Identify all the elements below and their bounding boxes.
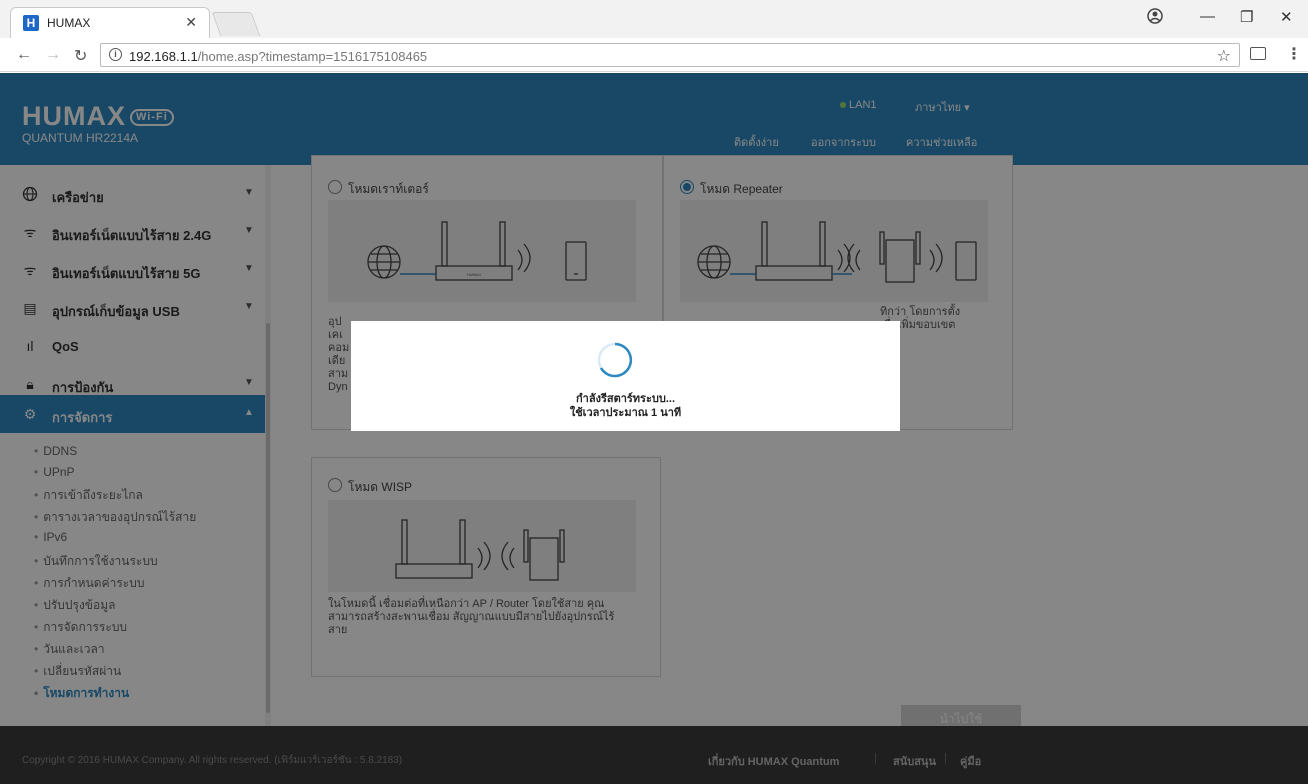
profile-icon[interactable] bbox=[1147, 8, 1163, 28]
reload-icon[interactable]: ↻ bbox=[74, 46, 87, 66]
humax-favicon-icon: H bbox=[23, 15, 39, 31]
tab-close-icon[interactable]: ✕ bbox=[185, 14, 197, 31]
url-input[interactable]: i 192.168.1.1/home.asp?timestamp=1516175… bbox=[100, 43, 1240, 67]
browser-tabbar: H HUMAX ✕ — ❐ ✕ bbox=[0, 0, 1308, 38]
close-window-icon[interactable]: ✕ bbox=[1280, 8, 1293, 26]
info-icon[interactable]: i bbox=[109, 48, 122, 61]
modal-submessage: ใช้เวลาประมาณ 1 นาที bbox=[569, 407, 682, 419]
restart-modal: กำลังรีสตาร์ทระบบ... ใช้เวลาประมาณ 1 นาท… bbox=[351, 321, 900, 431]
bookmark-star-icon[interactable]: ☆ bbox=[1217, 46, 1231, 66]
router-page: HUMAX Wi-Fi QUANTUM HR2214A LAN1 ภาษาไทย … bbox=[0, 73, 1308, 784]
loading-spinner-icon bbox=[596, 341, 634, 379]
address-bar: ← → ↻ i 192.168.1.1/home.asp?timestamp=1… bbox=[0, 38, 1308, 72]
browser-menu-icon[interactable]: ⋮ bbox=[1286, 44, 1302, 64]
forward-icon[interactable]: → bbox=[45, 46, 61, 64]
restore-icon[interactable]: ❐ bbox=[1240, 8, 1253, 26]
tab-title: HUMAX bbox=[47, 16, 91, 30]
minimize-icon[interactable]: — bbox=[1200, 8, 1215, 25]
browser-tab[interactable]: H HUMAX ✕ bbox=[10, 7, 210, 38]
url-host: 192.168.1.1 bbox=[129, 49, 198, 64]
new-tab-button[interactable] bbox=[211, 12, 261, 36]
url-path: /home.asp?timestamp=1516175108465 bbox=[197, 49, 428, 64]
cast-icon[interactable] bbox=[1250, 47, 1266, 60]
back-icon[interactable]: ← bbox=[16, 46, 32, 64]
